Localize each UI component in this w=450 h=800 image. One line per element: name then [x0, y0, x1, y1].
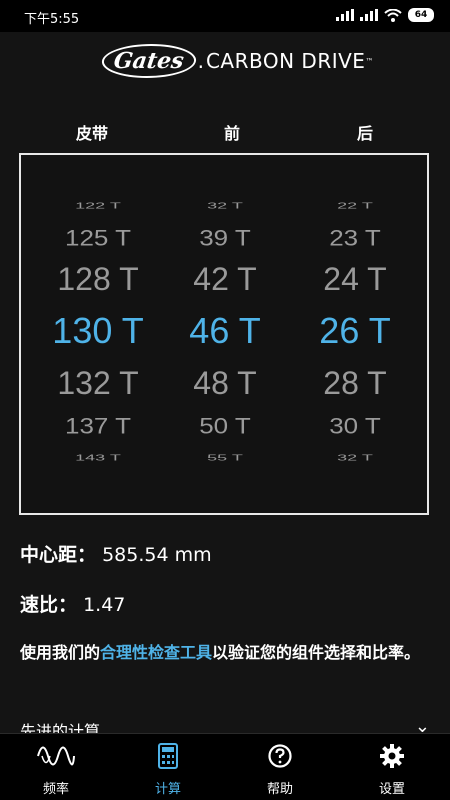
picker-option[interactable]: 143 T: [33, 454, 163, 462]
signal-icon-2: [360, 9, 378, 21]
battery-indicator: 64: [408, 8, 434, 22]
picker-option[interactable]: 132 T: [33, 367, 163, 399]
picker-option[interactable]: 32 T: [290, 454, 420, 462]
picker-option[interactable]: 125 T: [33, 227, 163, 249]
picker-selected-value[interactable]: 130 T: [33, 313, 163, 349]
center-distance-row: 中心距： 585.54 mm: [20, 540, 212, 567]
gates-logo: Gates: [99, 44, 198, 78]
brand-logo: Gates . CARBON DRIVE ™: [99, 44, 374, 78]
center-distance-label: 中心距：: [20, 544, 97, 566]
gear-icon: [336, 742, 448, 770]
nav-label-calculate: 计算: [154, 782, 181, 797]
help-icon: [224, 742, 336, 770]
calculator-icon: [112, 742, 224, 770]
ratio-label: 速比：: [20, 594, 78, 616]
picker-selected-value[interactable]: 46 T: [160, 313, 290, 349]
logo-trademark: ™: [365, 56, 374, 66]
status-icons: 64: [336, 8, 434, 22]
ratio-value: 1.47: [83, 594, 126, 616]
picker-option[interactable]: 39 T: [160, 227, 290, 249]
picker-option[interactable]: 128 T: [33, 263, 163, 295]
column-header-rear: 后: [357, 124, 374, 143]
picker-option[interactable]: 50 T: [160, 415, 290, 437]
nav-item-settings[interactable]: 设置: [336, 742, 448, 797]
picker-option[interactable]: 28 T: [290, 367, 420, 399]
picker-option[interactable]: 48 T: [160, 367, 290, 399]
status-time: 下午5:55: [24, 12, 80, 27]
center-distance-value: 585.54 mm: [102, 544, 212, 566]
logo-brand-text: CARBON DRIVE: [205, 49, 366, 73]
picker-selected-value[interactable]: 26 T: [290, 313, 420, 349]
picker-option[interactable]: 137 T: [33, 415, 163, 437]
nav-item-help[interactable]: 帮助: [224, 742, 336, 797]
sanity-check-link[interactable]: 合理性检查工具: [100, 643, 212, 662]
picker-option[interactable]: 32 T: [160, 202, 290, 210]
nav-label-frequency: 频率: [42, 782, 69, 797]
nav-item-calculate[interactable]: 计算: [112, 742, 224, 797]
app-screen: 下午5:55 64 Gates . CARBON DRIVE ™ 皮带 前 后 …: [0, 0, 450, 800]
picker-option[interactable]: 55 T: [160, 454, 290, 462]
sanity-check-note: 使用我们的合理性检查工具以验证您的组件选择和比率。: [20, 640, 430, 666]
logo-dot: .: [197, 49, 204, 73]
column-header-belt: 皮带: [76, 124, 109, 143]
picker-option[interactable]: 30 T: [290, 415, 420, 437]
note-suffix: 以验证您的组件选择和比率。: [212, 643, 421, 662]
ratio-row: 速比： 1.47: [20, 590, 125, 617]
status-bar: 下午5:55 64: [0, 0, 450, 32]
note-prefix: 使用我们的: [20, 643, 101, 662]
bottom-navigation: 频率 计算 帮助 设置: [0, 733, 450, 800]
picker-column-headers: 皮带 前 后: [20, 120, 430, 144]
picker-option[interactable]: 22 T: [290, 202, 420, 210]
nav-item-frequency[interactable]: 频率: [0, 742, 112, 797]
picker-option[interactable]: 23 T: [290, 227, 420, 249]
picker-option[interactable]: 122 T: [33, 202, 163, 210]
nav-label-help: 帮助: [266, 782, 293, 797]
nav-label-settings: 设置: [378, 782, 405, 797]
wifi-icon: [384, 8, 402, 22]
column-header-front: 前: [224, 124, 241, 143]
picker-option[interactable]: 42 T: [160, 263, 290, 295]
wave-icon: [0, 742, 112, 770]
picker-option[interactable]: 24 T: [290, 263, 420, 295]
header: Gates . CARBON DRIVE ™: [0, 32, 450, 92]
signal-icon: [336, 9, 354, 21]
tooth-count-picker: 122 T 125 T 128 T 130 T 132 T 137 T 143 T 32 T…: [19, 153, 429, 515]
